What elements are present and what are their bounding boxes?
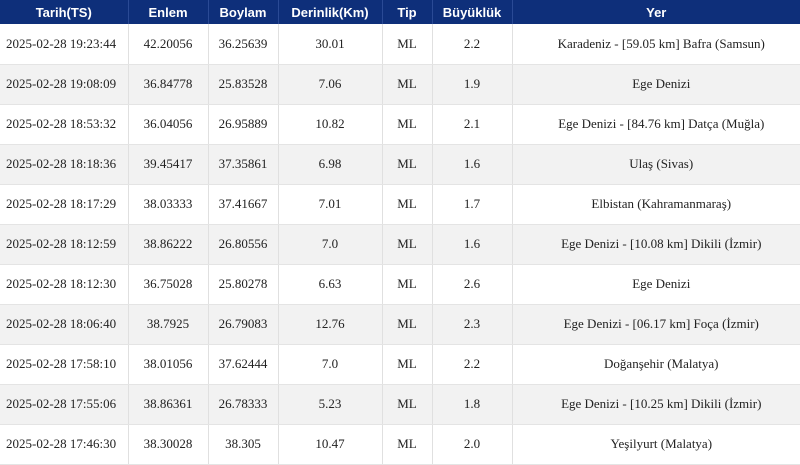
- cell-magnitude: 2.3: [432, 304, 513, 345]
- cell-location: Ege Denizi - [10.25 km] Dikili (İzmir): [512, 384, 800, 425]
- cell-depth: 6.63: [278, 264, 383, 305]
- cell-latitude: 36.84778: [128, 64, 209, 105]
- cell-longitude: 37.41667: [208, 184, 279, 225]
- cell-location: Ulaş (Sivas): [512, 144, 800, 185]
- cell-type: ML: [382, 304, 433, 345]
- cell-date: 2025-02-28 18:12:30: [0, 264, 129, 305]
- cell-latitude: 38.03333: [128, 184, 209, 225]
- cell-magnitude: 2.0: [432, 424, 513, 465]
- cell-type: ML: [382, 264, 433, 305]
- cell-date: 2025-02-28 18:17:29: [0, 184, 129, 225]
- cell-location: Karadeniz - [59.05 km] Bafra (Samsun): [512, 24, 800, 65]
- table-row[interactable]: 2025-02-28 17:55:06 38.86361 26.78333 5.23 M…: [0, 384, 800, 425]
- cell-depth: 10.47: [278, 424, 383, 465]
- table-row[interactable]: 2025-02-28 18:17:29 38.03333 37.41667 7.01 M…: [0, 184, 800, 225]
- cell-type: ML: [382, 384, 433, 425]
- table-row[interactable]: 2025-02-28 18:06:40 38.7925 26.79083 12.76 M…: [0, 304, 800, 345]
- cell-date: 2025-02-28 18:18:36: [0, 144, 129, 185]
- table-row[interactable]: 2025-02-28 17:46:30 38.30028 38.305 10.47 ML…: [0, 424, 800, 465]
- cell-location: Ege Denizi - [10.08 km] Dikili (İzmir): [512, 224, 800, 265]
- cell-depth: 7.01: [278, 184, 383, 225]
- cell-latitude: 38.01056: [128, 344, 209, 385]
- cell-latitude: 38.86222: [128, 224, 209, 265]
- cell-longitude: 26.95889: [208, 104, 279, 145]
- cell-longitude: 36.25639: [208, 24, 279, 65]
- cell-location: Ege Denizi: [512, 64, 800, 105]
- cell-longitude: 26.78333: [208, 384, 279, 425]
- table-header: Tarih(TS) Enlem Boylam Derinlik(Km) Tip …: [0, 0, 800, 24]
- header-latitude[interactable]: Enlem: [128, 0, 209, 24]
- cell-type: ML: [382, 64, 433, 105]
- table-row[interactable]: 2025-02-28 18:12:59 38.86222 26.80556 7.0 ML…: [0, 224, 800, 265]
- cell-latitude: 42.20056: [128, 24, 209, 65]
- cell-location: Ege Denizi - [84.76 km] Datça (Muğla): [512, 104, 800, 145]
- cell-date: 2025-02-28 17:46:30: [0, 424, 129, 465]
- cell-location: Ege Denizi: [512, 264, 800, 305]
- cell-latitude: 38.30028: [128, 424, 209, 465]
- header-location[interactable]: Yer: [512, 0, 800, 24]
- cell-depth: 5.23: [278, 384, 383, 425]
- header-row: Tarih(TS) Enlem Boylam Derinlik(Km) Tip …: [0, 0, 800, 24]
- cell-location: Yeşilyurt (Malatya): [512, 424, 800, 465]
- cell-magnitude: 1.6: [432, 144, 513, 185]
- cell-magnitude: 2.2: [432, 24, 513, 65]
- cell-date: 2025-02-28 17:55:06: [0, 384, 129, 425]
- cell-depth: 10.82: [278, 104, 383, 145]
- table-row[interactable]: 2025-02-28 18:53:32 36.04056 26.95889 10.82…: [0, 104, 800, 145]
- cell-depth: 12.76: [278, 304, 383, 345]
- cell-longitude: 37.35861: [208, 144, 279, 185]
- cell-type: ML: [382, 104, 433, 145]
- cell-longitude: 25.80278: [208, 264, 279, 305]
- cell-depth: 6.98: [278, 144, 383, 185]
- cell-latitude: 38.86361: [128, 384, 209, 425]
- cell-magnitude: 1.9: [432, 64, 513, 105]
- header-depth[interactable]: Derinlik(Km): [278, 0, 383, 24]
- table-body: 2025-02-28 19:23:44 42.20056 36.25639 30.01…: [0, 24, 800, 465]
- cell-date: 2025-02-28 18:12:59: [0, 224, 129, 265]
- cell-depth: 7.0: [278, 224, 383, 265]
- header-longitude[interactable]: Boylam: [208, 0, 279, 24]
- table-row[interactable]: 2025-02-28 18:12:30 36.75028 25.80278 6.63 M…: [0, 264, 800, 305]
- cell-longitude: 26.79083: [208, 304, 279, 345]
- cell-location: Doğanşehir (Malatya): [512, 344, 800, 385]
- cell-longitude: 25.83528: [208, 64, 279, 105]
- header-type[interactable]: Tip: [382, 0, 433, 24]
- cell-longitude: 26.80556: [208, 224, 279, 265]
- cell-longitude: 37.62444: [208, 344, 279, 385]
- cell-location: Ege Denizi - [06.17 km] Foça (İzmir): [512, 304, 800, 345]
- cell-latitude: 39.45417: [128, 144, 209, 185]
- cell-longitude: 38.305: [208, 424, 279, 465]
- cell-latitude: 36.04056: [128, 104, 209, 145]
- cell-type: ML: [382, 424, 433, 465]
- cell-depth: 7.0: [278, 344, 383, 385]
- cell-latitude: 36.75028: [128, 264, 209, 305]
- cell-type: ML: [382, 184, 433, 225]
- cell-magnitude: 1.6: [432, 224, 513, 265]
- header-magnitude[interactable]: Büyüklük: [432, 0, 513, 24]
- table-row[interactable]: 2025-02-28 19:08:09 36.84778 25.83528 7.06 M…: [0, 64, 800, 105]
- table-row[interactable]: 2025-02-28 17:58:10 38.01056 37.62444 7.0 ML…: [0, 344, 800, 385]
- cell-type: ML: [382, 24, 433, 65]
- cell-type: ML: [382, 344, 433, 385]
- cell-date: 2025-02-28 18:53:32: [0, 104, 129, 145]
- table-row[interactable]: 2025-02-28 18:18:36 39.45417 37.35861 6.98 M…: [0, 144, 800, 185]
- cell-magnitude: 2.1: [432, 104, 513, 145]
- cell-location: Elbistan (Kahramanmaraş): [512, 184, 800, 225]
- cell-depth: 7.06: [278, 64, 383, 105]
- cell-latitude: 38.7925: [128, 304, 209, 345]
- cell-magnitude: 2.2: [432, 344, 513, 385]
- cell-magnitude: 1.8: [432, 384, 513, 425]
- cell-magnitude: 2.6: [432, 264, 513, 305]
- cell-date: 2025-02-28 19:23:44: [0, 24, 129, 65]
- cell-date: 2025-02-28 19:08:09: [0, 64, 129, 105]
- cell-magnitude: 1.7: [432, 184, 513, 225]
- earthquake-table: Tarih(TS) Enlem Boylam Derinlik(Km) Tip …: [0, 0, 800, 465]
- header-date[interactable]: Tarih(TS): [0, 0, 129, 24]
- cell-date: 2025-02-28 18:06:40: [0, 304, 129, 345]
- cell-type: ML: [382, 224, 433, 265]
- cell-date: 2025-02-28 17:58:10: [0, 344, 129, 385]
- cell-type: ML: [382, 144, 433, 185]
- table-row[interactable]: 2025-02-28 19:23:44 42.20056 36.25639 30.01…: [0, 24, 800, 65]
- cell-depth: 30.01: [278, 24, 383, 65]
